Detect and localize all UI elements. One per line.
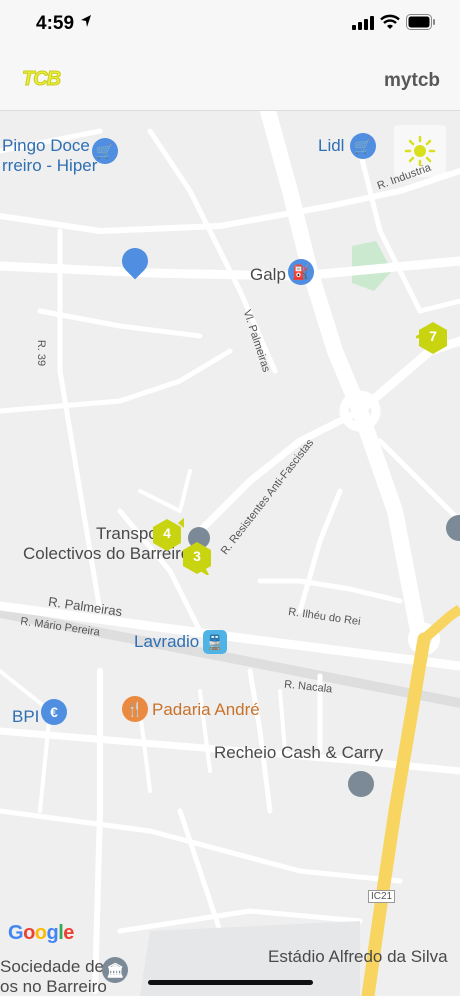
bus-stop-marker[interactable]: 3	[180, 541, 214, 575]
shopping-cart-icon[interactable]: 🛒	[92, 138, 118, 164]
fuel-station-icon[interactable]: ⛽	[288, 259, 314, 285]
battery-icon	[406, 14, 435, 30]
bpi-label: BPI	[12, 707, 40, 726]
ic21-shield: IC21	[368, 890, 396, 903]
estadio-label: Estádio Alfredo da Silva	[268, 947, 448, 966]
restaurant-icon[interactable]: 🍴	[122, 696, 148, 722]
transportes-label-1: Transpo	[96, 524, 158, 543]
status-bar: 4:59	[0, 0, 460, 48]
home-indicator	[148, 980, 313, 985]
lidl-cart-icon[interactable]: 🛒	[350, 133, 376, 159]
museum-icon[interactable]: 🏛	[102, 957, 128, 983]
location-arrow-icon	[81, 15, 91, 27]
lidl-label: Lidl	[318, 136, 345, 155]
status-time: 4:59	[36, 13, 75, 34]
bus-stop-marker[interactable]: 4	[150, 518, 184, 552]
bus-stop-count: 7	[429, 328, 437, 344]
bank-euro-icon[interactable]: €	[41, 699, 67, 725]
map-view[interactable]: Pingo Doce rreiro - Hiper 🛒 Lidl 🛒 Galp …	[0, 111, 460, 996]
lavradio-label: Lavradio	[134, 632, 200, 651]
padaria-label: Padaria André	[152, 700, 260, 719]
mytcb-button[interactable]: mytcb	[384, 70, 440, 92]
street-r-39: R. 39	[35, 339, 48, 367]
tcb-logo[interactable]: TCB	[21, 68, 61, 91]
cellular-signal-icon	[352, 16, 374, 30]
sociedade-label-1: Sociedade de	[0, 957, 104, 976]
train-station-icon[interactable]: 🚆	[203, 630, 227, 654]
google-attribution: Google	[8, 922, 74, 944]
recheio-pin-icon[interactable]	[348, 771, 374, 797]
app-header: TCB mytcb	[0, 48, 460, 111]
recheio-label: Recheio Cash & Carry	[214, 743, 384, 762]
bus-stop-count: 3	[193, 548, 201, 564]
galp-label: Galp	[250, 265, 286, 284]
pingo-doce-label-1: Pingo Doce	[2, 136, 90, 155]
wifi-icon	[380, 14, 400, 29]
bus-stop-count: 4	[163, 525, 171, 541]
pingo-doce-label-2: rreiro - Hiper	[2, 156, 98, 175]
sociedade-label-2: os no Barreiro	[0, 977, 107, 996]
bus-stop-marker[interactable]: 7	[416, 321, 450, 355]
